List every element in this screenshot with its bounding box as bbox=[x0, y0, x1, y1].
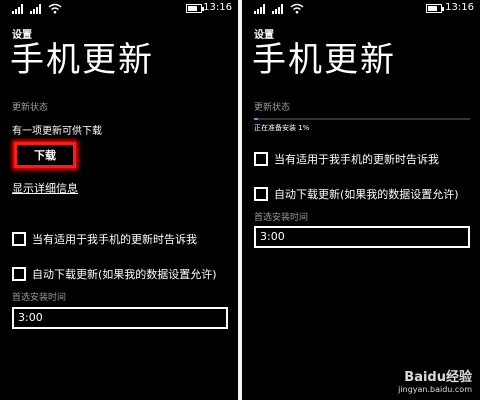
auto-download-label: 自动下载更新(如果我的数据设置允许) bbox=[274, 188, 459, 201]
notify-checkbox[interactable] bbox=[12, 232, 26, 246]
clock: 13:16 bbox=[445, 2, 474, 13]
wifi-icon bbox=[290, 3, 304, 14]
install-time-field[interactable]: 3:00 bbox=[254, 226, 470, 248]
download-button[interactable]: 下载 bbox=[14, 142, 76, 168]
wifi-icon bbox=[48, 3, 62, 14]
watermark-brand: Baidu经验 bbox=[404, 370, 472, 385]
auto-download-checkbox[interactable] bbox=[12, 267, 26, 281]
battery-icon bbox=[186, 4, 204, 13]
progress-text: 正在准备安装 1% bbox=[254, 124, 310, 132]
page-title: 手机更新 bbox=[252, 40, 396, 80]
notify-label: 当有适用于我手机的更新时告诉我 bbox=[274, 153, 439, 166]
signal-icon bbox=[254, 4, 266, 14]
install-time-label: 首选安装时间 bbox=[254, 213, 309, 223]
signal-icon bbox=[272, 4, 284, 14]
install-progress-bar bbox=[254, 118, 470, 120]
update-status-label: 更新状态 bbox=[254, 103, 291, 113]
show-details-link[interactable]: 显示详细信息 bbox=[12, 180, 78, 196]
auto-download-label: 自动下载更新(如果我的数据设置允许) bbox=[32, 268, 217, 281]
notify-option[interactable]: 当有适用于我手机的更新时告诉我 bbox=[12, 231, 197, 247]
right-screen: 13:16 设置 手机更新 更新状态 正在准备安装 1% 当有适用于我手机的更新… bbox=[242, 0, 480, 400]
update-status-label: 更新状态 bbox=[12, 103, 49, 113]
signal-icon bbox=[12, 4, 24, 14]
auto-download-option[interactable]: 自动下载更新(如果我的数据设置允许) bbox=[12, 266, 217, 282]
status-bar: 13:16 bbox=[242, 0, 480, 18]
install-time-label: 首选安装时间 bbox=[12, 293, 67, 303]
left-screen: 13:16 设置 手机更新 更新状态 有一项更新可供下载 下载 显示详细信息 当… bbox=[0, 0, 238, 400]
status-bar: 13:16 bbox=[0, 0, 238, 18]
auto-download-option[interactable]: 自动下载更新(如果我的数据设置允许) bbox=[254, 186, 459, 202]
page-title: 手机更新 bbox=[10, 40, 154, 80]
app-title: 设置 bbox=[254, 30, 274, 41]
auto-download-checkbox[interactable] bbox=[254, 187, 268, 201]
battery-icon bbox=[426, 4, 444, 13]
notify-option[interactable]: 当有适用于我手机的更新时告诉我 bbox=[254, 151, 439, 167]
install-progress-fill bbox=[254, 118, 259, 120]
update-status-text: 有一项更新可供下载 bbox=[12, 126, 102, 137]
notify-label: 当有适用于我手机的更新时告诉我 bbox=[32, 233, 197, 246]
install-time-field[interactable]: 3:00 bbox=[12, 307, 228, 329]
clock: 13:16 bbox=[203, 2, 232, 13]
app-title: 设置 bbox=[12, 30, 32, 41]
signal-icon bbox=[30, 4, 42, 14]
watermark-url: jingyan.baidu.com bbox=[398, 385, 472, 394]
baidu-watermark: Baidu经验 jingyan.baidu.com bbox=[398, 366, 472, 394]
notify-checkbox[interactable] bbox=[254, 152, 268, 166]
